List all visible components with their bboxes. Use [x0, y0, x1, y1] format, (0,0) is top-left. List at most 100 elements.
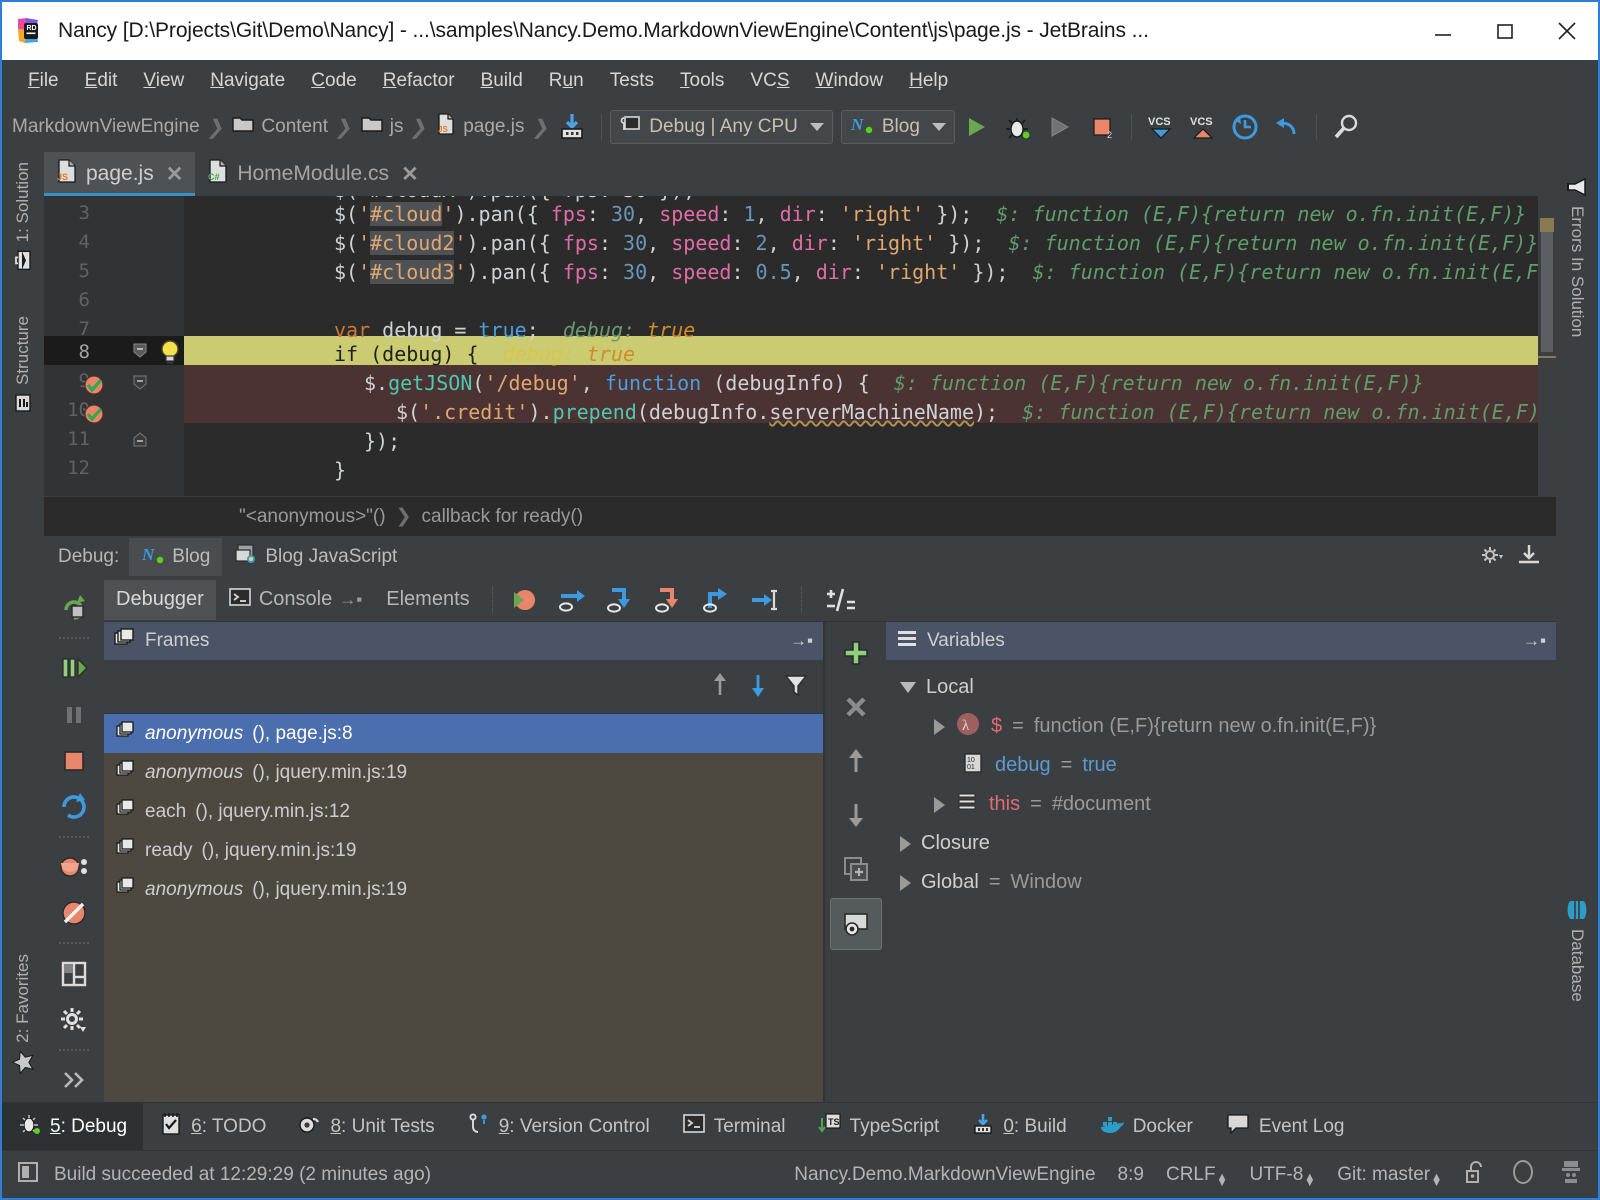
view-breakpoints-button[interactable]: [50, 845, 98, 889]
status-line-separator[interactable]: CRLF ▲ ▼: [1166, 1164, 1228, 1189]
variable-row-closure[interactable]: Closure: [886, 824, 1556, 863]
menu-file[interactable]: File: [16, 66, 71, 96]
debug-button[interactable]: [997, 106, 1039, 148]
close-icon[interactable]: ✕: [401, 162, 419, 187]
menu-window[interactable]: Window: [804, 66, 896, 96]
variable-row-debug[interactable]: 10 01 debug = true: [886, 746, 1556, 785]
menu-run[interactable]: Run: [537, 66, 596, 96]
chevron-right-icon[interactable]: [900, 874, 911, 891]
breadcrumb-file[interactable]: JS page.js: [430, 113, 530, 141]
show-execution-point-button[interactable]: [503, 580, 545, 620]
search-everywhere-button[interactable]: [1325, 106, 1367, 148]
run-to-cursor-button[interactable]: [743, 580, 785, 620]
tool-tab-typescript[interactable]: TS TypeScript: [802, 1103, 956, 1151]
chevron-right-icon[interactable]: [934, 796, 945, 813]
build-icon[interactable]: [551, 106, 593, 148]
variable-row-this[interactable]: this = #document: [886, 785, 1556, 824]
menu-view[interactable]: View: [131, 66, 196, 96]
chevron-double-right-icon[interactable]: [50, 1058, 98, 1102]
arrow-up-icon[interactable]: [707, 671, 733, 703]
fold-marker[interactable]: [132, 374, 148, 394]
filter-icon[interactable]: [783, 671, 809, 703]
editor-gutter[interactable]: 3 4 5 6 7 8 9 10 11 12: [44, 196, 184, 496]
tool-tab-event-log[interactable]: Event Log: [1209, 1103, 1361, 1151]
configuration-selector[interactable]: Debug | Any CPU: [610, 110, 833, 144]
status-icon[interactable]: [16, 1160, 40, 1190]
tab-elements[interactable]: Elements: [374, 580, 481, 620]
breadcrumb-js[interactable]: js: [355, 115, 410, 139]
debug-session-tab-blog-javascript[interactable]: Blog JavaScript: [222, 538, 409, 576]
frame-item-1[interactable]: anonymous (), jquery.min.js:19: [104, 753, 823, 792]
detach-icon[interactable]: →▪: [339, 590, 362, 610]
tool-tab-unit-tests[interactable]: 8: Unit Tests: [282, 1103, 450, 1151]
restart-button[interactable]: [50, 785, 98, 829]
sidebar-item-solution[interactable]: 1: Solution: [12, 152, 34, 280]
frame-item-4[interactable]: anonymous (), jquery.min.js:19: [104, 870, 823, 909]
debug-session-tab-blog[interactable]: N Blog: [129, 538, 223, 576]
tool-tab-terminal[interactable]: Terminal: [666, 1103, 802, 1151]
tool-tab-todo[interactable]: 6: TODO: [143, 1103, 282, 1151]
remove-watch-button[interactable]: [831, 682, 881, 732]
code-editor[interactable]: 3 4 5 6 7 8 9 10 11 12 $('#cloud').pan({…: [44, 196, 1556, 496]
menu-tools[interactable]: Tools: [668, 66, 736, 96]
move-watch-up-button[interactable]: [831, 736, 881, 786]
menu-tests[interactable]: Tests: [598, 66, 666, 96]
pause-program-button[interactable]: [50, 692, 98, 736]
status-encoding[interactable]: UTF-8 ▲ ▼: [1249, 1164, 1315, 1189]
fold-marker[interactable]: [132, 342, 148, 362]
coverage-button[interactable]: [1039, 106, 1081, 148]
sidebar-item-database[interactable]: Database: [1566, 889, 1588, 1012]
variable-row-global[interactable]: Global = Window: [886, 863, 1556, 902]
sidebar-item-errors-in-solution[interactable]: Errors In Solution: [1566, 166, 1588, 347]
add-watch-button[interactable]: [831, 628, 881, 678]
force-step-into-button[interactable]: [647, 580, 689, 620]
variable-row-local[interactable]: Local: [886, 668, 1556, 707]
tool-tab-docker[interactable]: Docker: [1083, 1103, 1209, 1151]
frames-move-to-icon[interactable]: →▪: [790, 631, 813, 651]
step-into-button[interactable]: [599, 580, 641, 620]
breakpoint-verified-icon[interactable]: [82, 401, 108, 431]
arrow-down-icon[interactable]: [745, 671, 771, 703]
status-caret-position[interactable]: 8:9: [1118, 1164, 1144, 1186]
fold-marker[interactable]: [132, 432, 148, 452]
minimize-button[interactable]: [1412, 2, 1474, 60]
chevron-right-icon[interactable]: [900, 835, 911, 852]
variables-tree[interactable]: Local λ $ = function (E,F){return new o.…: [886, 660, 1556, 1102]
run-button[interactable]: [955, 106, 997, 148]
close-button[interactable]: [1536, 2, 1598, 60]
chevron-right-icon[interactable]: [934, 718, 945, 735]
chevron-down-icon[interactable]: [900, 682, 916, 693]
menu-refactor[interactable]: Refactor: [371, 66, 467, 96]
sidebar-item-structure[interactable]: Structure: [12, 306, 34, 423]
vcs-commit-button[interactable]: VCS: [1182, 106, 1224, 148]
vcs-update-button[interactable]: VCS: [1140, 106, 1182, 148]
variable-row-dollar[interactable]: λ $ = function (E,F){return new o.fn.ini…: [886, 707, 1556, 746]
menu-build[interactable]: Build: [469, 66, 535, 96]
move-watch-down-button[interactable]: [831, 790, 881, 840]
step-over-button[interactable]: [551, 580, 593, 620]
menu-edit[interactable]: Edit: [73, 66, 130, 96]
stop-button[interactable]: [50, 739, 98, 783]
sidebar-item-favorites[interactable]: 2: Favorites: [11, 944, 35, 1084]
menu-vcs[interactable]: VCS: [738, 66, 801, 96]
evaluate-expression-button[interactable]: [818, 580, 862, 620]
unlocked-icon[interactable]: [1464, 1159, 1488, 1191]
code-breadcrumb-item-0[interactable]: "<anonymous>"(): [239, 506, 386, 528]
menu-help[interactable]: Help: [897, 66, 960, 96]
settings-gear-icon[interactable]: [1480, 543, 1506, 571]
error-stripe-mark[interactable]: [1540, 218, 1554, 232]
inspect-button[interactable]: [829, 898, 882, 950]
intention-bulb-icon[interactable]: [156, 338, 184, 370]
export-icon[interactable]: [1516, 543, 1542, 571]
step-out-button[interactable]: [695, 580, 737, 620]
resume-program-button[interactable]: [50, 646, 98, 690]
frame-item-0[interactable]: anonymous (), page.js:8: [104, 714, 823, 753]
tab-console[interactable]: Console →▪: [216, 580, 374, 620]
layout-settings-button[interactable]: [50, 951, 98, 995]
frame-item-3[interactable]: ready (), jquery.min.js:19: [104, 831, 823, 870]
status-git-branch[interactable]: Git: master ▲ ▼: [1337, 1164, 1442, 1189]
code-breadcrumb-item-1[interactable]: callback for ready(): [422, 506, 584, 528]
code-text-area[interactable]: $('#cloudX').pan({ fps: 30 }); $('#cloud…: [184, 196, 1556, 496]
scrollbar-thumb[interactable]: [1541, 232, 1553, 352]
stop-button[interactable]: 2: [1081, 106, 1123, 148]
